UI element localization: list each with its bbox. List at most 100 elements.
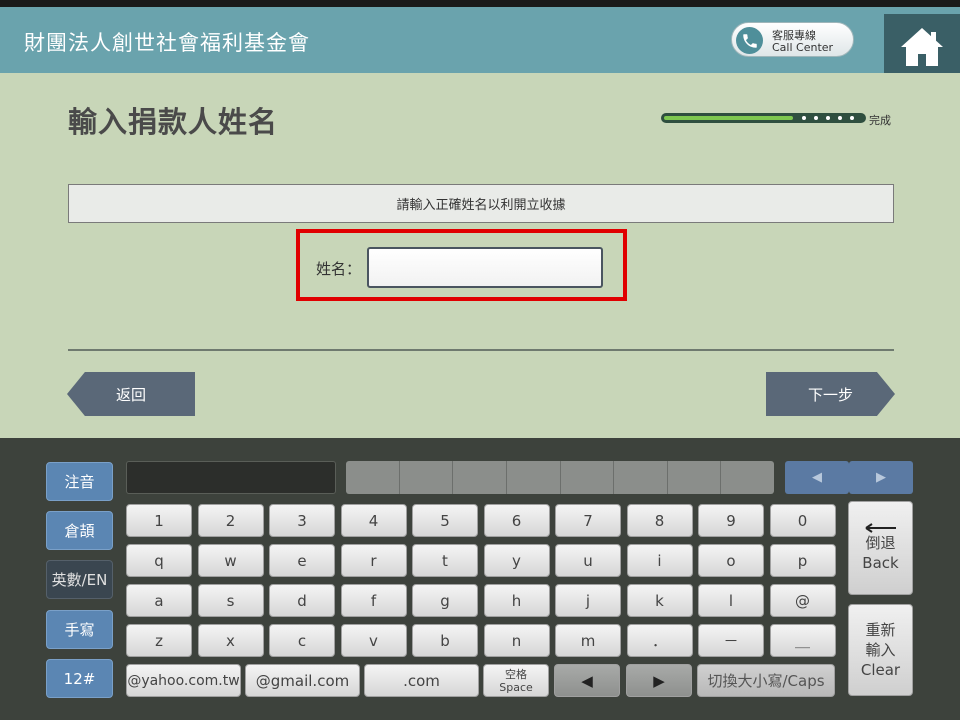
clear-key[interactable]: 重新 輸入 Clear: [848, 604, 913, 696]
home-icon: [901, 28, 943, 66]
gmail-key[interactable]: @gmail.com: [245, 664, 360, 697]
key-a-8[interactable]: l: [698, 584, 764, 617]
key-q-7[interactable]: i: [626, 544, 693, 577]
call-center-button[interactable]: 客服專線 Call Center: [731, 22, 854, 57]
progress-step-dot: [802, 116, 806, 120]
key-numbers-4[interactable]: 5: [412, 504, 478, 537]
page-title: 輸入捐款人姓名: [68, 105, 279, 139]
key-a-6[interactable]: j: [555, 584, 621, 617]
key-z-7[interactable]: ．: [626, 624, 693, 657]
key-numbers-3[interactable]: 4: [340, 504, 407, 537]
key-q-8[interactable]: o: [698, 544, 764, 577]
key-q-1[interactable]: w: [197, 544, 264, 577]
candidate-slot[interactable]: [561, 461, 615, 494]
key-z-8[interactable]: －: [698, 624, 764, 657]
candidate-next-button[interactable]: ▶: [849, 461, 913, 494]
mode-handwriting-button[interactable]: 手寫: [46, 610, 113, 649]
progress-bar: [661, 113, 866, 123]
key-z-1[interactable]: x: [197, 624, 264, 657]
candidate-prev-button[interactable]: ◀: [785, 461, 849, 494]
home-button[interactable]: [884, 14, 960, 80]
call-center-label-en: Call Center: [772, 41, 834, 54]
key-a-2[interactable]: d: [269, 584, 335, 617]
progress-step-dot: [814, 116, 818, 120]
key-q-3[interactable]: r: [340, 544, 407, 577]
name-input-highlight: 姓名：: [296, 229, 627, 301]
progress-step-dot: [838, 116, 842, 120]
progress-fill: [664, 116, 793, 120]
key-z-0[interactable]: z: [126, 624, 192, 657]
caps-key[interactable]: 切換大小寫/Caps: [697, 664, 835, 697]
key-a-1[interactable]: s: [197, 584, 264, 617]
candidate-slot[interactable]: [453, 461, 507, 494]
key-q-6[interactable]: u: [555, 544, 621, 577]
clear-label-en: Clear: [860, 661, 901, 679]
clear-label-zh-2: 輸入: [865, 641, 896, 659]
key-z-6[interactable]: m: [555, 624, 621, 657]
key-q-2[interactable]: e: [269, 544, 335, 577]
key-z-5[interactable]: n: [483, 624, 550, 657]
key-numbers-7[interactable]: 8: [626, 504, 693, 537]
mode-symbols-button[interactable]: 12#: [46, 659, 113, 698]
candidate-slot[interactable]: [507, 461, 561, 494]
header-bar: 財團法人創世社會福利基金會 客服專線 Call Center: [0, 7, 960, 80]
key-z-9[interactable]: ＿: [769, 624, 836, 657]
backspace-arrow-icon: [864, 523, 896, 533]
key-q-9[interactable]: p: [769, 544, 836, 577]
key-z-4[interactable]: b: [412, 624, 478, 657]
notice-banner: 請輸入正確姓名以利開立收據: [68, 184, 894, 223]
key-numbers-2[interactable]: 3: [269, 504, 335, 537]
key-z-3[interactable]: v: [340, 624, 407, 657]
key-numbers-8[interactable]: 9: [698, 504, 764, 537]
candidate-bar: [346, 461, 774, 494]
name-input[interactable]: [367, 247, 603, 288]
next-button[interactable]: 下一步: [766, 372, 895, 416]
candidate-slot[interactable]: [668, 461, 722, 494]
main-content: 輸入捐款人姓名 完成 請輸入正確姓名以利開立收據 姓名： 返回 下一步: [0, 73, 960, 438]
mode-zhuyin-button[interactable]: 注音: [46, 462, 113, 501]
back-button[interactable]: 返回: [67, 372, 195, 416]
progress-label: 完成: [869, 114, 891, 127]
key-a-4[interactable]: g: [412, 584, 478, 617]
backspace-key[interactable]: 倒退 Back: [848, 501, 913, 595]
progress-step-dot: [826, 116, 830, 120]
space-key[interactable]: 空格 Space: [483, 664, 549, 697]
key-numbers-9[interactable]: 0: [769, 504, 836, 537]
composition-field: [126, 461, 336, 494]
key-a-9[interactable]: @: [769, 584, 836, 617]
key-numbers-6[interactable]: 7: [555, 504, 621, 537]
key-numbers-0[interactable]: 1: [126, 504, 192, 537]
mode-cangjie-button[interactable]: 倉頡: [46, 511, 113, 550]
key-a-5[interactable]: h: [483, 584, 550, 617]
phone-icon: [736, 27, 763, 54]
backspace-label-zh: 倒退: [865, 534, 896, 552]
space-label-zh: 空格: [505, 667, 527, 681]
key-q-4[interactable]: t: [412, 544, 478, 577]
candidate-slot[interactable]: [614, 461, 668, 494]
candidate-slot[interactable]: [346, 461, 400, 494]
progress-step-dot: [850, 116, 854, 120]
key-a-7[interactable]: k: [626, 584, 693, 617]
onscreen-keyboard: 注音 倉頡 英數/EN 手寫 12# ◀ ▶ 1234567890 qwertyu…: [0, 438, 960, 720]
candidate-slot[interactable]: [400, 461, 454, 494]
cursor-left-key[interactable]: ◀: [554, 664, 620, 697]
key-z-2[interactable]: c: [269, 624, 335, 657]
dotcom-key[interactable]: .com: [364, 664, 479, 697]
candidate-slot[interactable]: [721, 461, 774, 494]
top-strip: [0, 0, 960, 7]
key-q-5[interactable]: y: [483, 544, 550, 577]
key-a-0[interactable]: a: [126, 584, 192, 617]
yahoo-key[interactable]: @yahoo.com.tw: [126, 664, 241, 697]
mode-english-button[interactable]: 英數/EN: [46, 560, 113, 599]
key-numbers-5[interactable]: 6: [483, 504, 550, 537]
name-label: 姓名：: [316, 260, 362, 278]
backspace-label-en: Back: [862, 554, 899, 572]
key-a-3[interactable]: f: [340, 584, 407, 617]
divider: [68, 349, 894, 351]
key-numbers-1[interactable]: 2: [197, 504, 264, 537]
key-q-0[interactable]: q: [126, 544, 192, 577]
app-title: 財團法人創世社會福利基金會: [24, 31, 310, 55]
space-label-en: Space: [499, 680, 533, 694]
clear-label-zh-1: 重新: [865, 621, 896, 639]
cursor-right-key[interactable]: ▶: [626, 664, 692, 697]
